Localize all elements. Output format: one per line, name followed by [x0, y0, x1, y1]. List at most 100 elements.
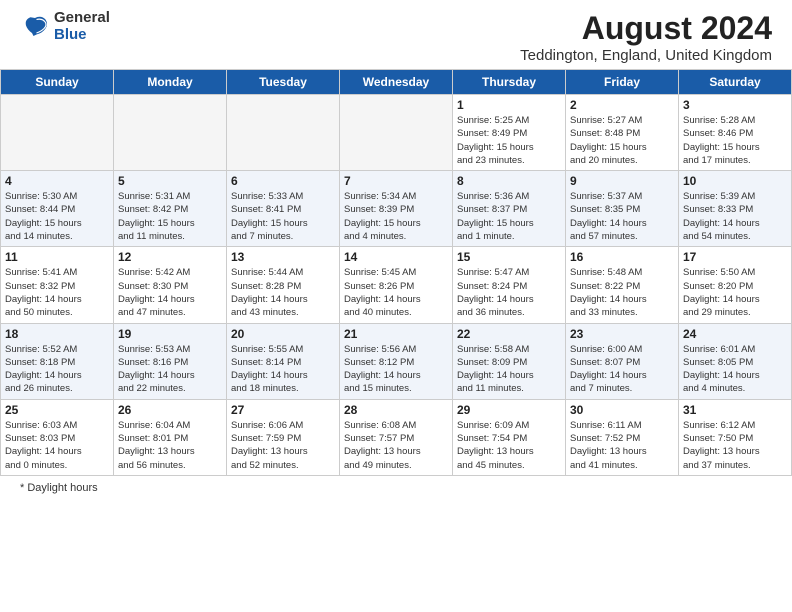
day-number: 30 [570, 403, 674, 417]
day-info: Sunrise: 5:31 AM Sunset: 8:42 PM Dayligh… [118, 190, 222, 243]
page-header: General Blue August 2024 Teddington, Eng… [0, 0, 792, 69]
calendar-day-header: Tuesday [227, 70, 340, 95]
calendar-week-row: 4 Sunrise: 5:30 AM Sunset: 8:44 PM Daylig… [1, 171, 792, 247]
day-number: 17 [683, 250, 787, 264]
calendar-day-cell [340, 95, 453, 171]
day-info: Sunrise: 5:41 AM Sunset: 8:32 PM Dayligh… [5, 266, 109, 319]
day-info: Sunrise: 5:42 AM Sunset: 8:30 PM Dayligh… [118, 266, 222, 319]
logo-text: General Blue [54, 10, 110, 43]
day-number: 1 [457, 98, 561, 112]
calendar-day-cell: 9 Sunrise: 5:37 AM Sunset: 8:35 PM Daylig… [566, 171, 679, 247]
calendar-day-cell: 12 Sunrise: 5:42 AM Sunset: 8:30 PM Dayli… [114, 247, 227, 323]
calendar-day-cell: 30 Sunrise: 6:11 AM Sunset: 7:52 PM Dayli… [566, 399, 679, 475]
day-info: Sunrise: 6:09 AM Sunset: 7:54 PM Dayligh… [457, 419, 561, 472]
day-info: Sunrise: 5:39 AM Sunset: 8:33 PM Dayligh… [683, 190, 787, 243]
footer-daylight-label: Daylight hours [27, 482, 97, 494]
day-info: Sunrise: 5:50 AM Sunset: 8:20 PM Dayligh… [683, 266, 787, 319]
footer-note: * Daylight hours [0, 476, 792, 500]
day-number: 9 [570, 174, 674, 188]
day-info: Sunrise: 5:48 AM Sunset: 8:22 PM Dayligh… [570, 266, 674, 319]
logo-icon [20, 12, 50, 42]
day-number: 12 [118, 250, 222, 264]
day-number: 20 [231, 327, 335, 341]
day-number: 21 [344, 327, 448, 341]
day-number: 29 [457, 403, 561, 417]
calendar-day-cell: 1 Sunrise: 5:25 AM Sunset: 8:49 PM Daylig… [453, 95, 566, 171]
calendar-day-cell: 20 Sunrise: 5:55 AM Sunset: 8:14 PM Dayli… [227, 323, 340, 399]
calendar-week-row: 18 Sunrise: 5:52 AM Sunset: 8:18 PM Dayli… [1, 323, 792, 399]
calendar-day-cell: 22 Sunrise: 5:58 AM Sunset: 8:09 PM Dayli… [453, 323, 566, 399]
calendar-day-cell: 29 Sunrise: 6:09 AM Sunset: 7:54 PM Dayli… [453, 399, 566, 475]
day-info: Sunrise: 6:04 AM Sunset: 8:01 PM Dayligh… [118, 419, 222, 472]
day-number: 10 [683, 174, 787, 188]
day-number: 11 [5, 250, 109, 264]
day-info: Sunrise: 5:33 AM Sunset: 8:41 PM Dayligh… [231, 190, 335, 243]
day-info: Sunrise: 5:52 AM Sunset: 8:18 PM Dayligh… [5, 343, 109, 396]
day-info: Sunrise: 5:25 AM Sunset: 8:49 PM Dayligh… [457, 114, 561, 167]
logo: General Blue [20, 10, 110, 43]
day-number: 6 [231, 174, 335, 188]
day-number: 28 [344, 403, 448, 417]
day-number: 13 [231, 250, 335, 264]
calendar-day-cell: 13 Sunrise: 5:44 AM Sunset: 8:28 PM Dayli… [227, 247, 340, 323]
location: Teddington, England, United Kingdom [520, 47, 772, 64]
day-info: Sunrise: 5:27 AM Sunset: 8:48 PM Dayligh… [570, 114, 674, 167]
day-info: Sunrise: 5:45 AM Sunset: 8:26 PM Dayligh… [344, 266, 448, 319]
day-info: Sunrise: 6:11 AM Sunset: 7:52 PM Dayligh… [570, 419, 674, 472]
calendar-day-header: Monday [114, 70, 227, 95]
day-info: Sunrise: 6:08 AM Sunset: 7:57 PM Dayligh… [344, 419, 448, 472]
day-number: 3 [683, 98, 787, 112]
day-info: Sunrise: 5:53 AM Sunset: 8:16 PM Dayligh… [118, 343, 222, 396]
calendar-day-cell [1, 95, 114, 171]
calendar-day-cell: 3 Sunrise: 5:28 AM Sunset: 8:46 PM Daylig… [679, 95, 792, 171]
calendar-day-cell: 26 Sunrise: 6:04 AM Sunset: 8:01 PM Dayli… [114, 399, 227, 475]
title-block: August 2024 Teddington, England, United … [520, 10, 772, 64]
calendar-header-row: SundayMondayTuesdayWednesdayThursdayFrid… [1, 70, 792, 95]
day-number: 26 [118, 403, 222, 417]
calendar-day-cell: 5Sunrise: 5:31 AM Sunset: 8:42 PM Daylig… [114, 171, 227, 247]
day-number: 19 [118, 327, 222, 341]
day-info: Sunrise: 5:55 AM Sunset: 8:14 PM Dayligh… [231, 343, 335, 396]
calendar-day-cell: 18 Sunrise: 5:52 AM Sunset: 8:18 PM Dayli… [1, 323, 114, 399]
calendar-day-cell: 4 Sunrise: 5:30 AM Sunset: 8:44 PM Daylig… [1, 171, 114, 247]
calendar-day-cell: 16Sunrise: 5:48 AM Sunset: 8:22 PM Dayli… [566, 247, 679, 323]
calendar-week-row: 25Sunrise: 6:03 AM Sunset: 8:03 PM Dayli… [1, 399, 792, 475]
day-info: Sunrise: 5:28 AM Sunset: 8:46 PM Dayligh… [683, 114, 787, 167]
day-number: 22 [457, 327, 561, 341]
logo-general: General [54, 10, 110, 27]
day-info: Sunrise: 5:56 AM Sunset: 8:12 PM Dayligh… [344, 343, 448, 396]
calendar-day-cell: 23Sunrise: 6:00 AM Sunset: 8:07 PM Dayli… [566, 323, 679, 399]
day-info: Sunrise: 5:58 AM Sunset: 8:09 PM Dayligh… [457, 343, 561, 396]
calendar-day-header: Friday [566, 70, 679, 95]
day-info: Sunrise: 5:47 AM Sunset: 8:24 PM Dayligh… [457, 266, 561, 319]
day-number: 7 [344, 174, 448, 188]
day-number: 15 [457, 250, 561, 264]
day-number: 18 [5, 327, 109, 341]
day-info: Sunrise: 6:00 AM Sunset: 8:07 PM Dayligh… [570, 343, 674, 396]
calendar-day-cell: 25Sunrise: 6:03 AM Sunset: 8:03 PM Dayli… [1, 399, 114, 475]
calendar-table: SundayMondayTuesdayWednesdayThursdayFrid… [0, 69, 792, 476]
calendar-day-cell: 21 Sunrise: 5:56 AM Sunset: 8:12 PM Dayli… [340, 323, 453, 399]
day-info: Sunrise: 5:44 AM Sunset: 8:28 PM Dayligh… [231, 266, 335, 319]
calendar-day-header: Saturday [679, 70, 792, 95]
day-info: Sunrise: 6:01 AM Sunset: 8:05 PM Dayligh… [683, 343, 787, 396]
calendar-day-cell: 11 Sunrise: 5:41 AM Sunset: 8:32 PM Dayli… [1, 247, 114, 323]
calendar-day-header: Sunday [1, 70, 114, 95]
calendar-day-cell: 8Sunrise: 5:36 AM Sunset: 8:37 PM Daylig… [453, 171, 566, 247]
day-number: 4 [5, 174, 109, 188]
calendar-day-cell: 15 Sunrise: 5:47 AM Sunset: 8:24 PM Dayli… [453, 247, 566, 323]
day-info: Sunrise: 5:30 AM Sunset: 8:44 PM Dayligh… [5, 190, 109, 243]
calendar-day-cell: 2Sunrise: 5:27 AM Sunset: 8:48 PM Daylig… [566, 95, 679, 171]
calendar-week-row: 11 Sunrise: 5:41 AM Sunset: 8:32 PM Dayli… [1, 247, 792, 323]
calendar-day-header: Thursday [453, 70, 566, 95]
calendar-day-cell: 14Sunrise: 5:45 AM Sunset: 8:26 PM Dayli… [340, 247, 453, 323]
calendar-day-cell [114, 95, 227, 171]
day-info: Sunrise: 5:37 AM Sunset: 8:35 PM Dayligh… [570, 190, 674, 243]
calendar-day-cell: 24Sunrise: 6:01 AM Sunset: 8:05 PM Dayli… [679, 323, 792, 399]
calendar-day-cell: 10 Sunrise: 5:39 AM Sunset: 8:33 PM Dayli… [679, 171, 792, 247]
calendar-day-cell [227, 95, 340, 171]
calendar-day-cell: 7Sunrise: 5:34 AM Sunset: 8:39 PM Daylig… [340, 171, 453, 247]
calendar-day-cell: 6 Sunrise: 5:33 AM Sunset: 8:41 PM Daylig… [227, 171, 340, 247]
calendar-day-cell: 31Sunrise: 6:12 AM Sunset: 7:50 PM Dayli… [679, 399, 792, 475]
day-info: Sunrise: 6:03 AM Sunset: 8:03 PM Dayligh… [5, 419, 109, 472]
